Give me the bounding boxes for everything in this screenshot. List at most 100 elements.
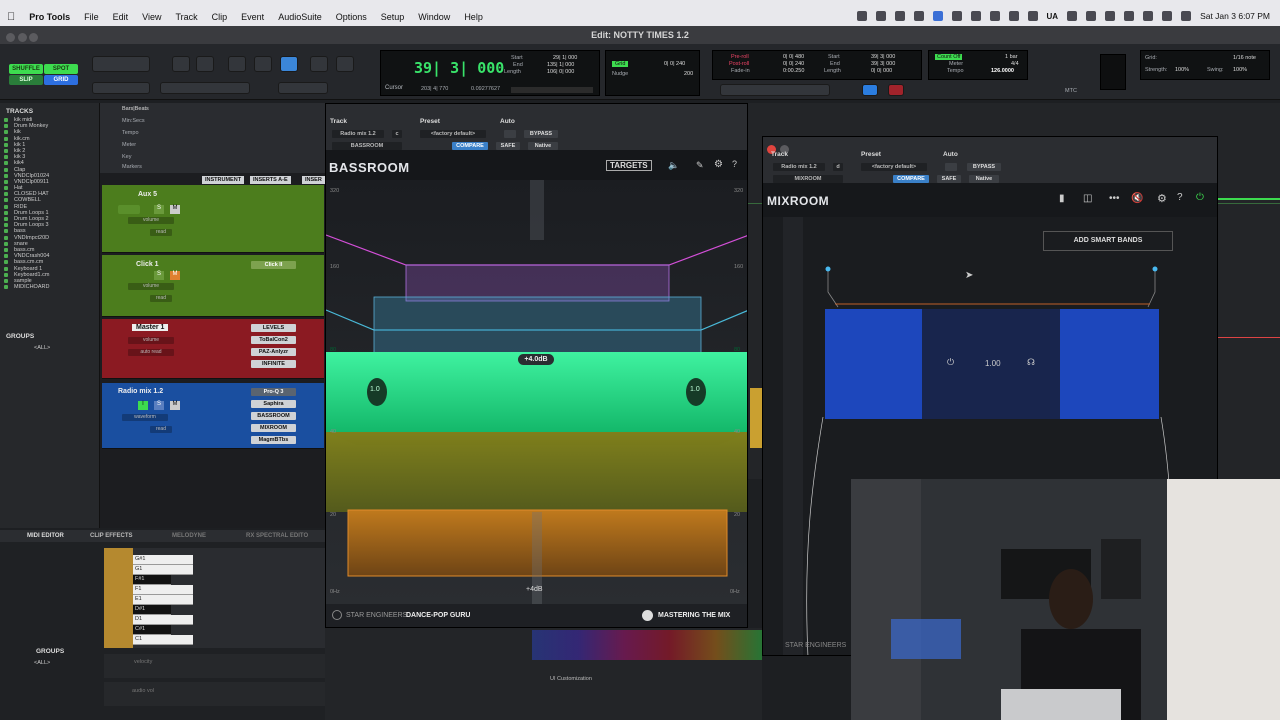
- ruler-meter[interactable]: Meter: [122, 142, 136, 148]
- grid-mode-button[interactable]: GRID: [44, 75, 78, 85]
- insert-slot[interactable]: BASSROOM: [251, 412, 296, 420]
- audio-volume-lane[interactable]: audio vol: [104, 682, 325, 706]
- dropbox-icon[interactable]: [1067, 11, 1078, 21]
- insert-slot[interactable]: MIXROOM: [251, 424, 296, 432]
- band-160[interactable]: [373, 296, 702, 356]
- piano-key-f-1[interactable]: F1: [133, 585, 193, 595]
- play-button[interactable]: [862, 84, 878, 96]
- preroll-label[interactable]: Pre-roll: [731, 54, 749, 60]
- menu-audiosuite[interactable]: AudioSuite: [278, 12, 322, 22]
- more-icon[interactable]: •••: [1109, 193, 1120, 204]
- length-value[interactable]: 106| 0| 000: [547, 69, 574, 75]
- add-smart-bands-button[interactable]: ADD SMART BANDS: [1043, 231, 1173, 251]
- color-palette[interactable]: [532, 630, 762, 660]
- menu-help[interactable]: Help: [464, 12, 483, 22]
- diamond-icon[interactable]: [1008, 11, 1019, 21]
- ui-customization-label[interactable]: UI Customization: [550, 676, 592, 682]
- menu-clip[interactable]: Clip: [212, 12, 228, 22]
- insert-slot[interactable]: LEVELS: [251, 324, 296, 332]
- ruler-markers[interactable]: Markers: [122, 164, 142, 170]
- track-name[interactable]: Master 1: [132, 324, 169, 331]
- preroll-value[interactable]: 0| 0| 480: [783, 54, 804, 60]
- band-node[interactable]: [825, 266, 831, 272]
- ruler-tempo[interactable]: Tempo: [122, 130, 139, 136]
- zoom-presets[interactable]: [92, 82, 150, 94]
- control-center-icon[interactable]: [1162, 11, 1173, 21]
- preset-selector[interactable]: <factory default>: [420, 130, 486, 138]
- android-icon[interactable]: [951, 11, 962, 21]
- native-button[interactable]: Native: [969, 175, 999, 183]
- bypass-button[interactable]: BYPASS: [524, 130, 558, 138]
- compare-button[interactable]: COMPARE: [893, 175, 929, 183]
- insert-slot[interactable]: Pro-Q 3: [251, 388, 296, 396]
- edit-tools-tertiary[interactable]: [278, 82, 328, 94]
- menu-edit[interactable]: Edit: [113, 12, 129, 22]
- insert-slot[interactable]: MagmBTbs: [251, 436, 296, 444]
- track-aux-5[interactable]: Aux 5 S M volume read: [102, 185, 324, 253]
- rec-button[interactable]: [118, 205, 140, 214]
- band-q-left-value[interactable]: 1.0: [370, 386, 380, 393]
- track-channel[interactable]: d: [833, 163, 843, 171]
- bottom-gain-value[interactable]: +4dB: [526, 586, 543, 593]
- automation-mode[interactable]: auto read: [128, 349, 174, 356]
- automation-mode[interactable]: read: [150, 229, 172, 236]
- automation-mode[interactable]: read: [150, 295, 172, 302]
- scrubber-tool-icon[interactable]: [310, 56, 328, 72]
- shuffle-mode-button[interactable]: SHUFFLE: [9, 64, 43, 74]
- pencil-tool-icon[interactable]: [336, 56, 354, 72]
- fadein-label[interactable]: Fade-in: [731, 68, 750, 74]
- clock[interactable]: Sat Jan 3 6:07 PM: [1200, 11, 1270, 21]
- pencil-icon[interactable]: ✎: [696, 160, 704, 171]
- help-icon[interactable]: ?: [732, 159, 737, 169]
- minimize-window-button[interactable]: [17, 33, 27, 42]
- end-value[interactable]: 135| 1| 000: [547, 62, 574, 68]
- bypass-button[interactable]: BYPASS: [967, 163, 1001, 171]
- safe-button[interactable]: SAFE: [937, 175, 961, 183]
- footer-preset[interactable]: DANCE-POP GURU: [406, 612, 470, 619]
- velocity-lane[interactable]: velocity: [104, 654, 325, 678]
- grid-label[interactable]: Grid: [612, 61, 629, 67]
- preset-selector[interactable]: <factory default>: [861, 163, 927, 171]
- track-click-1[interactable]: Click 1 M S volume read Click II: [102, 255, 324, 317]
- grabber-tool-icon[interactable]: [254, 56, 272, 72]
- zoom-window-button[interactable]: [29, 33, 39, 42]
- mtc-label[interactable]: MTC: [1065, 88, 1077, 94]
- piano-key-g-sharp-1[interactable]: G#1: [133, 555, 193, 565]
- postroll-value[interactable]: 0| 0| 240: [783, 61, 804, 67]
- band-320[interactable]: [405, 264, 670, 302]
- groups-all-item[interactable]: <ALL>: [34, 345, 50, 351]
- screen-icon[interactable]: [970, 11, 981, 21]
- track-selector[interactable]: Radio mix 1.2: [773, 163, 825, 171]
- notes-icon[interactable]: [989, 11, 1000, 21]
- menu-file[interactable]: File: [84, 12, 99, 22]
- insert-slot[interactable]: Click II: [251, 261, 296, 269]
- track-name[interactable]: Aux 5: [138, 191, 157, 198]
- ruler-min-secs[interactable]: Min:Secs: [122, 118, 145, 124]
- band-headphones-icon[interactable]: ☊: [1027, 357, 1035, 368]
- waveform-clip[interactable]: [750, 388, 762, 448]
- menu-options[interactable]: Options: [336, 12, 367, 22]
- tempo-value[interactable]: 126.0000: [991, 68, 1014, 74]
- safe-button[interactable]: SAFE: [496, 142, 520, 150]
- track-name[interactable]: Click 1: [136, 261, 159, 268]
- compare-button[interactable]: COMPARE: [452, 142, 488, 150]
- tab-midi-editor[interactable]: MIDI EDITOR: [27, 533, 64, 539]
- mute-icon[interactable]: 🔇: [1131, 193, 1143, 204]
- band-gain-value[interactable]: +4.0dB: [518, 354, 554, 365]
- sync-icon[interactable]: [913, 11, 924, 21]
- meter-icon[interactable]: ▮: [1059, 193, 1065, 204]
- band-power-icon[interactable]: ⏻: [947, 357, 954, 368]
- nudge-label[interactable]: Nudge: [612, 71, 628, 77]
- ruler-key[interactable]: Key: [122, 154, 131, 160]
- band-node[interactable]: [1152, 266, 1158, 272]
- lower-groups-header[interactable]: GROUPS: [36, 648, 64, 655]
- start2-value[interactable]: 39| 3| 000: [871, 54, 895, 60]
- track-list-item[interactable]: MIDICHOARD: [0, 284, 99, 290]
- piano-key-e-1[interactable]: E1: [133, 595, 193, 605]
- apple-icon[interactable]: : [7, 11, 15, 23]
- gear-icon[interactable]: ⚙: [1157, 192, 1167, 205]
- cloud-icon[interactable]: [875, 11, 886, 21]
- record-button[interactable]: [888, 84, 904, 96]
- meter-value[interactable]: 4/4: [1011, 61, 1019, 67]
- track-view-selector[interactable]: volume: [128, 283, 174, 290]
